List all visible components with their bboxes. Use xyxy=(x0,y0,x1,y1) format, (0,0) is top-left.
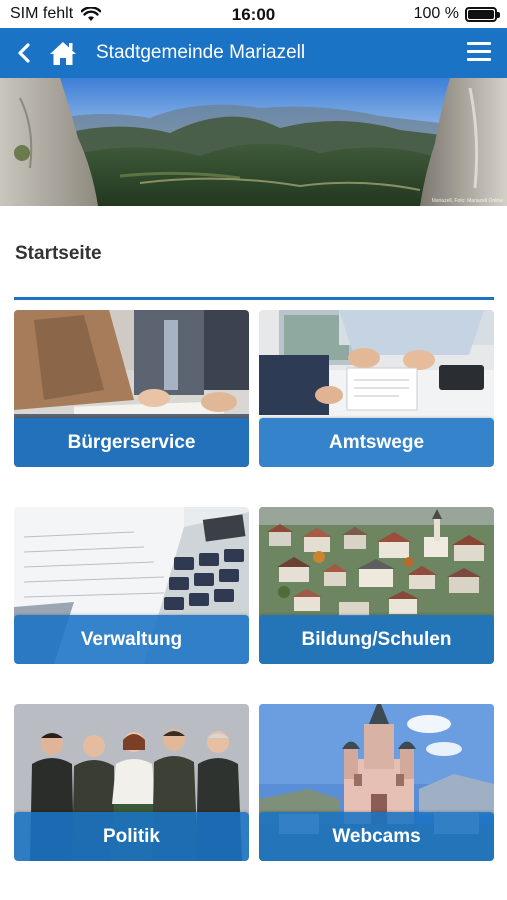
tile-label: Amtswege xyxy=(259,418,494,467)
menu-line xyxy=(467,50,491,53)
hamburger-menu-icon[interactable] xyxy=(467,42,491,64)
tile-verwaltung[interactable]: Verwaltung xyxy=(14,507,249,664)
tile-label: Bürgerservice xyxy=(14,418,249,467)
tile-politik[interactable]: Politik xyxy=(14,704,249,861)
tile-buergerservice[interactable]: Bürgerservice xyxy=(14,310,249,467)
tile-bildung-schulen[interactable]: Bildung/Schulen xyxy=(259,507,494,664)
page-title: Startseite xyxy=(15,243,102,264)
header-banner-image: Mariazell, Foto: Mariazell Online xyxy=(0,78,507,206)
tile-label: Verwaltung xyxy=(14,615,249,664)
tile-label: Bildung/Schulen xyxy=(259,615,494,664)
menu-line xyxy=(467,42,491,45)
status-bar: SIM fehlt 16:00 100 % xyxy=(0,0,507,28)
nav-title: Stadtgemeinde Mariazell xyxy=(96,42,306,63)
tile-label: Politik xyxy=(14,812,249,861)
battery-percent: 100 % xyxy=(413,5,459,22)
tile-amtswege[interactable]: Amtswege xyxy=(259,310,494,467)
battery-icon xyxy=(465,6,500,22)
back-chevron-icon[interactable] xyxy=(12,38,36,68)
battery-fill xyxy=(468,9,494,19)
tile-label: Webcams xyxy=(259,812,494,861)
nav-bar: Stadtgemeinde Mariazell xyxy=(0,28,507,78)
heading-divider xyxy=(14,297,494,300)
status-right: 100 % xyxy=(413,5,500,23)
banner-credit: Mariazell, Foto: Mariazell Online xyxy=(431,198,503,204)
home-icon[interactable] xyxy=(48,39,78,67)
menu-line xyxy=(467,58,491,61)
mountain-panorama xyxy=(0,78,507,206)
tile-webcams[interactable]: Webcams xyxy=(259,704,494,861)
